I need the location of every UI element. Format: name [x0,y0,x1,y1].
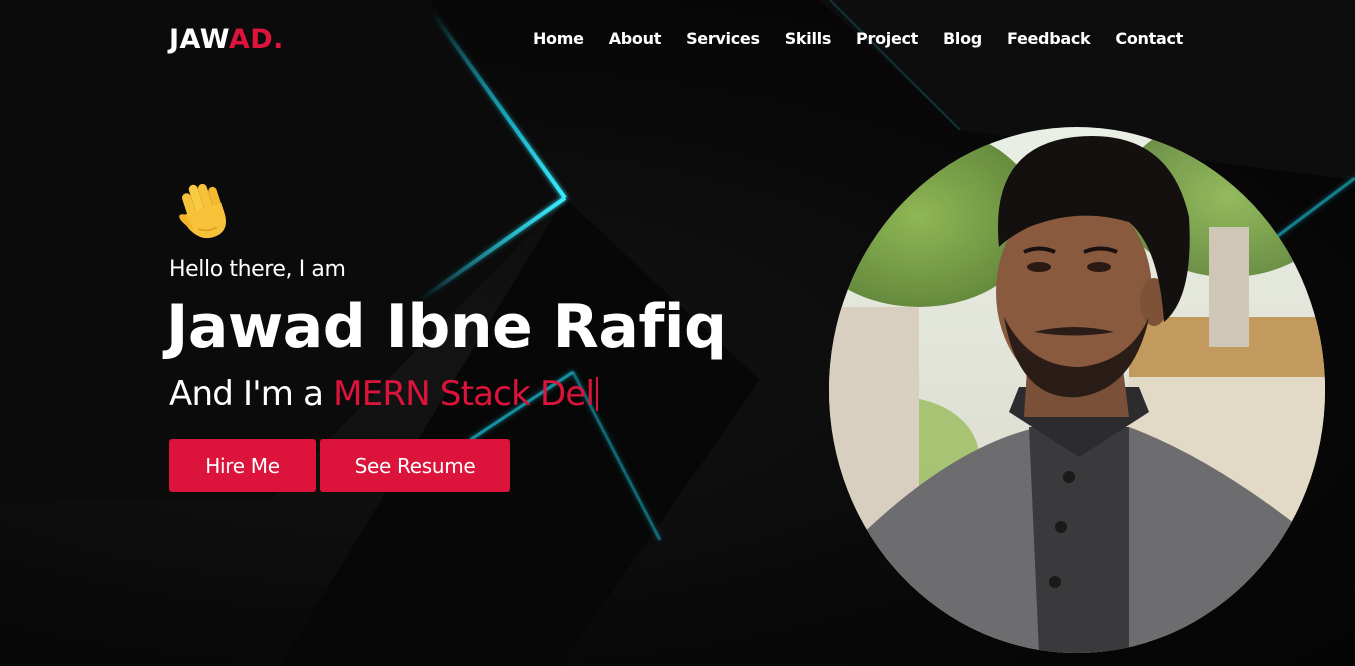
hero-name: Jawad Ibne Rafiq [166,292,727,362]
typing-cursor [596,377,599,411]
profile-photo [829,127,1325,653]
hero-greeting: Hello there, I am [169,257,346,282]
role-typed-text: MERN Stack Del [333,374,595,414]
see-resume-button[interactable]: See Resume [320,439,510,492]
logo-text-accent: AD. [228,24,284,55]
hire-me-button[interactable]: Hire Me [169,439,316,492]
nav-item-blog[interactable]: Blog [943,29,982,49]
waving-hand-icon [179,183,226,239]
logo-text-primary: JAW [169,24,229,55]
role-prefix: And I'm a [169,374,334,414]
nav-item-project[interactable]: Project [856,29,918,49]
nav-item-about[interactable]: About [609,29,662,49]
hero-role: And I'm a MERN Stack Del [169,373,599,415]
hero-page: JAWAD. Home About Services Skills Projec… [0,0,1355,666]
site-logo[interactable]: JAWAD. [169,24,284,56]
nav-item-skills[interactable]: Skills [785,29,832,49]
nav-item-services[interactable]: Services [686,29,760,49]
profile-photo-icon [829,127,1325,653]
nav-item-home[interactable]: Home [533,29,584,49]
nav-item-contact[interactable]: Contact [1115,29,1183,49]
main-nav: Home About Services Skills Project Blog … [533,29,1183,49]
nav-item-feedback[interactable]: Feedback [1007,29,1091,49]
